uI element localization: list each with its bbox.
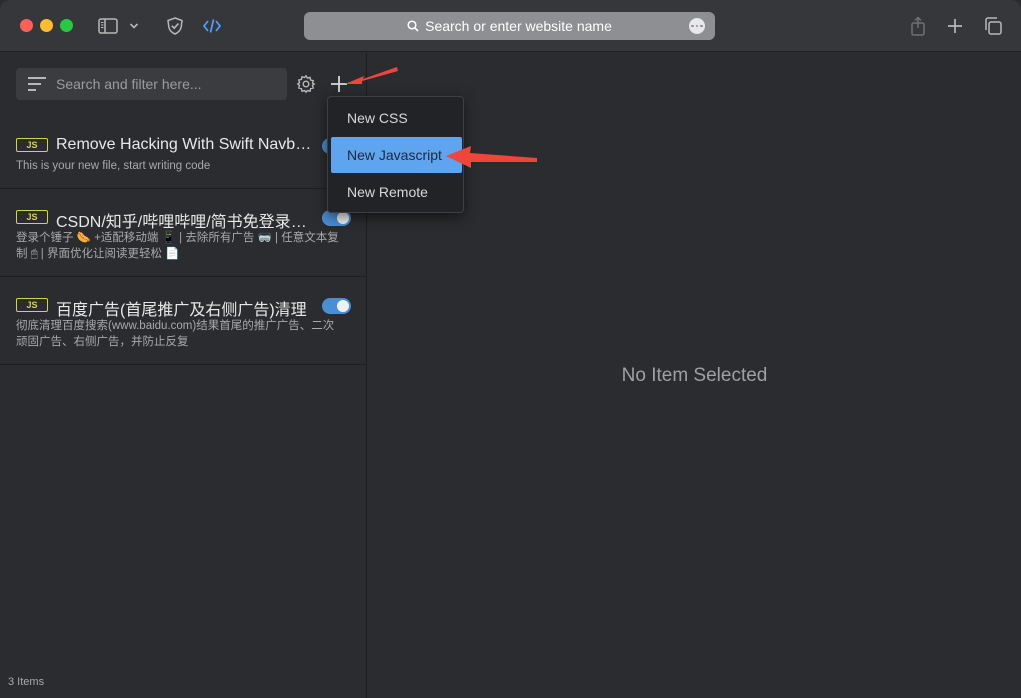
maximize-window-button[interactable] <box>60 19 73 32</box>
item-count: 3 Items <box>8 676 45 688</box>
address-bar-placeholder: Search or enter website name <box>425 18 612 34</box>
script-description-line2: 顽固广告、右侧广告，并防止反复 <box>16 336 189 348</box>
script-title: CSDN/知乎/哔哩哔哩/简书免登录去... <box>56 214 318 231</box>
script-list-item[interactable]: JS 百度广告(首尾推广及右侧广告)清理 彻底清理百度搜索(www.baidu.… <box>0 277 367 365</box>
minimize-window-button[interactable] <box>40 19 53 32</box>
tab-overview-icon[interactable] <box>981 14 1005 38</box>
js-badge: JS <box>16 210 48 224</box>
share-icon[interactable] <box>906 14 930 38</box>
search-input[interactable] <box>56 76 276 92</box>
script-list-item[interactable]: JS CSDN/知乎/哔哩哔哩/简书免登录去... 登录个锤子 🌭 +适配移动端… <box>0 189 367 277</box>
script-enable-toggle[interactable] <box>322 298 351 314</box>
search-filter-box[interactable] <box>16 68 287 100</box>
sidebar-toggle-icon[interactable] <box>96 14 120 38</box>
script-description-line2: 制 🖱 | 界面优化让阅读更轻松 📄 <box>16 248 180 260</box>
js-badge: JS <box>16 298 48 312</box>
shield-check-icon[interactable] <box>163 14 187 38</box>
add-script-button[interactable] <box>328 73 350 95</box>
script-description: This is your new file, start writing cod… <box>16 160 211 172</box>
filter-icon[interactable] <box>28 77 46 91</box>
settings-gear-icon[interactable] <box>296 74 316 94</box>
close-window-button[interactable] <box>20 19 33 32</box>
code-extension-icon[interactable] <box>200 14 224 38</box>
new-tab-icon[interactable] <box>943 14 967 38</box>
script-list-item[interactable]: JS Remove Hacking With Swift Navbar... T… <box>0 117 367 189</box>
menu-item-new-css[interactable]: New CSS <box>331 100 462 136</box>
script-title: 百度广告(首尾推广及右侧广告)清理 <box>56 302 307 319</box>
toolbar: Search or enter website name <box>0 0 1021 52</box>
menu-item-new-remote[interactable]: New Remote <box>331 174 462 210</box>
app-window: Search or enter website name Search and … <box>0 0 1021 698</box>
js-badge: JS <box>16 138 48 152</box>
script-list-sidebar: JS Remove Hacking With Swift Navbar... T… <box>0 53 367 698</box>
script-description-line1: 彻底清理百度搜索(www.baidu.com)结果首尾的推广广告、二次 <box>16 320 335 332</box>
menu-item-new-javascript[interactable]: New Javascript <box>331 137 462 173</box>
chevron-down-icon[interactable] <box>124 14 144 38</box>
more-options-icon[interactable] <box>689 18 705 34</box>
detail-pane: No Item Selected <box>368 53 1021 698</box>
script-title: Remove Hacking With Swift Navbar... <box>56 136 318 153</box>
new-item-menu: New CSS New Javascript New Remote <box>327 96 464 213</box>
search-icon <box>407 20 419 32</box>
address-bar[interactable]: Search or enter website name <box>304 12 715 40</box>
script-description-line1: 登录个锤子 🌭 +适配移动端 📱 | 去除所有广告 🥽 | 任意文本复 <box>16 232 339 244</box>
empty-state-text: No Item Selected <box>621 365 768 386</box>
